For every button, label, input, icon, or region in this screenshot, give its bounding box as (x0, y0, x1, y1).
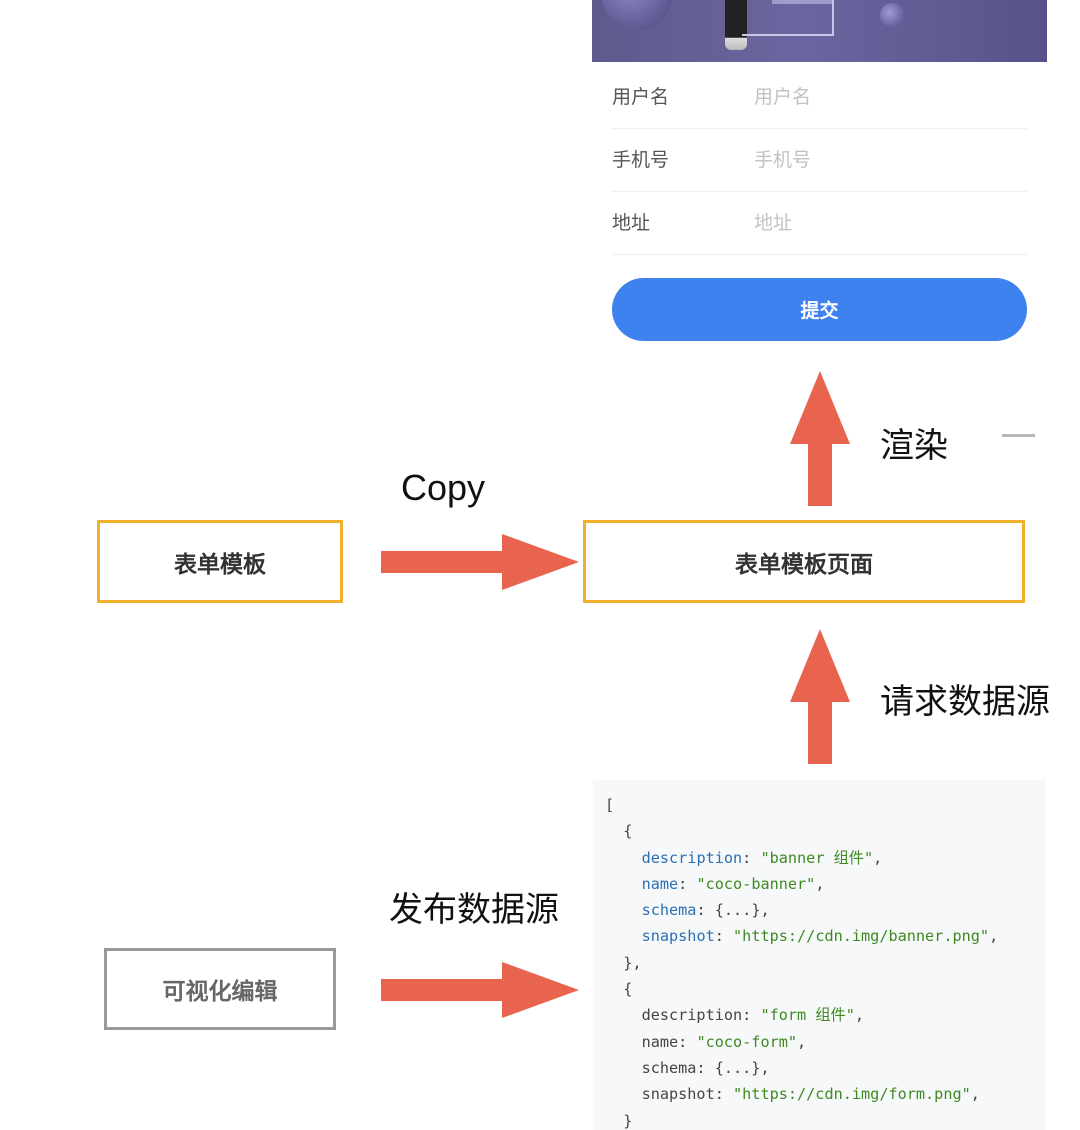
visual-edit-node: 可视化编辑 (104, 948, 336, 1030)
code-value: {...} (714, 1058, 761, 1077)
request-datasource-label: 请求数据源 (880, 682, 1050, 722)
form-template-page-node: 表单模板页面 (583, 520, 1025, 603)
code-value: "form 组件" (760, 1006, 855, 1025)
datasource-code-block: [ { description: "banner 组件", name: "coc… (593, 780, 1046, 1130)
code-value: "https://cdn.img/banner.png" (733, 927, 990, 946)
form-template-node: 表单模板 (97, 520, 343, 603)
divider-mark (1002, 434, 1035, 437)
code-value: {...} (714, 901, 761, 920)
code-value: "coco-banner" (696, 874, 816, 893)
arrow-render (790, 371, 850, 506)
arrow-copy (381, 534, 579, 590)
code-value: "banner 组件" (760, 848, 874, 867)
arrow-request (790, 629, 850, 764)
copy-label: Copy (401, 467, 486, 508)
code-value: "coco-form" (696, 1032, 798, 1051)
render-label: 渲染 (880, 426, 948, 466)
arrow-publish (381, 962, 579, 1018)
code-value: "https://cdn.img/form.png" (733, 1085, 971, 1104)
code-line: [ (605, 796, 615, 814)
publish-datasource-label: 发布数据源 (389, 890, 559, 930)
